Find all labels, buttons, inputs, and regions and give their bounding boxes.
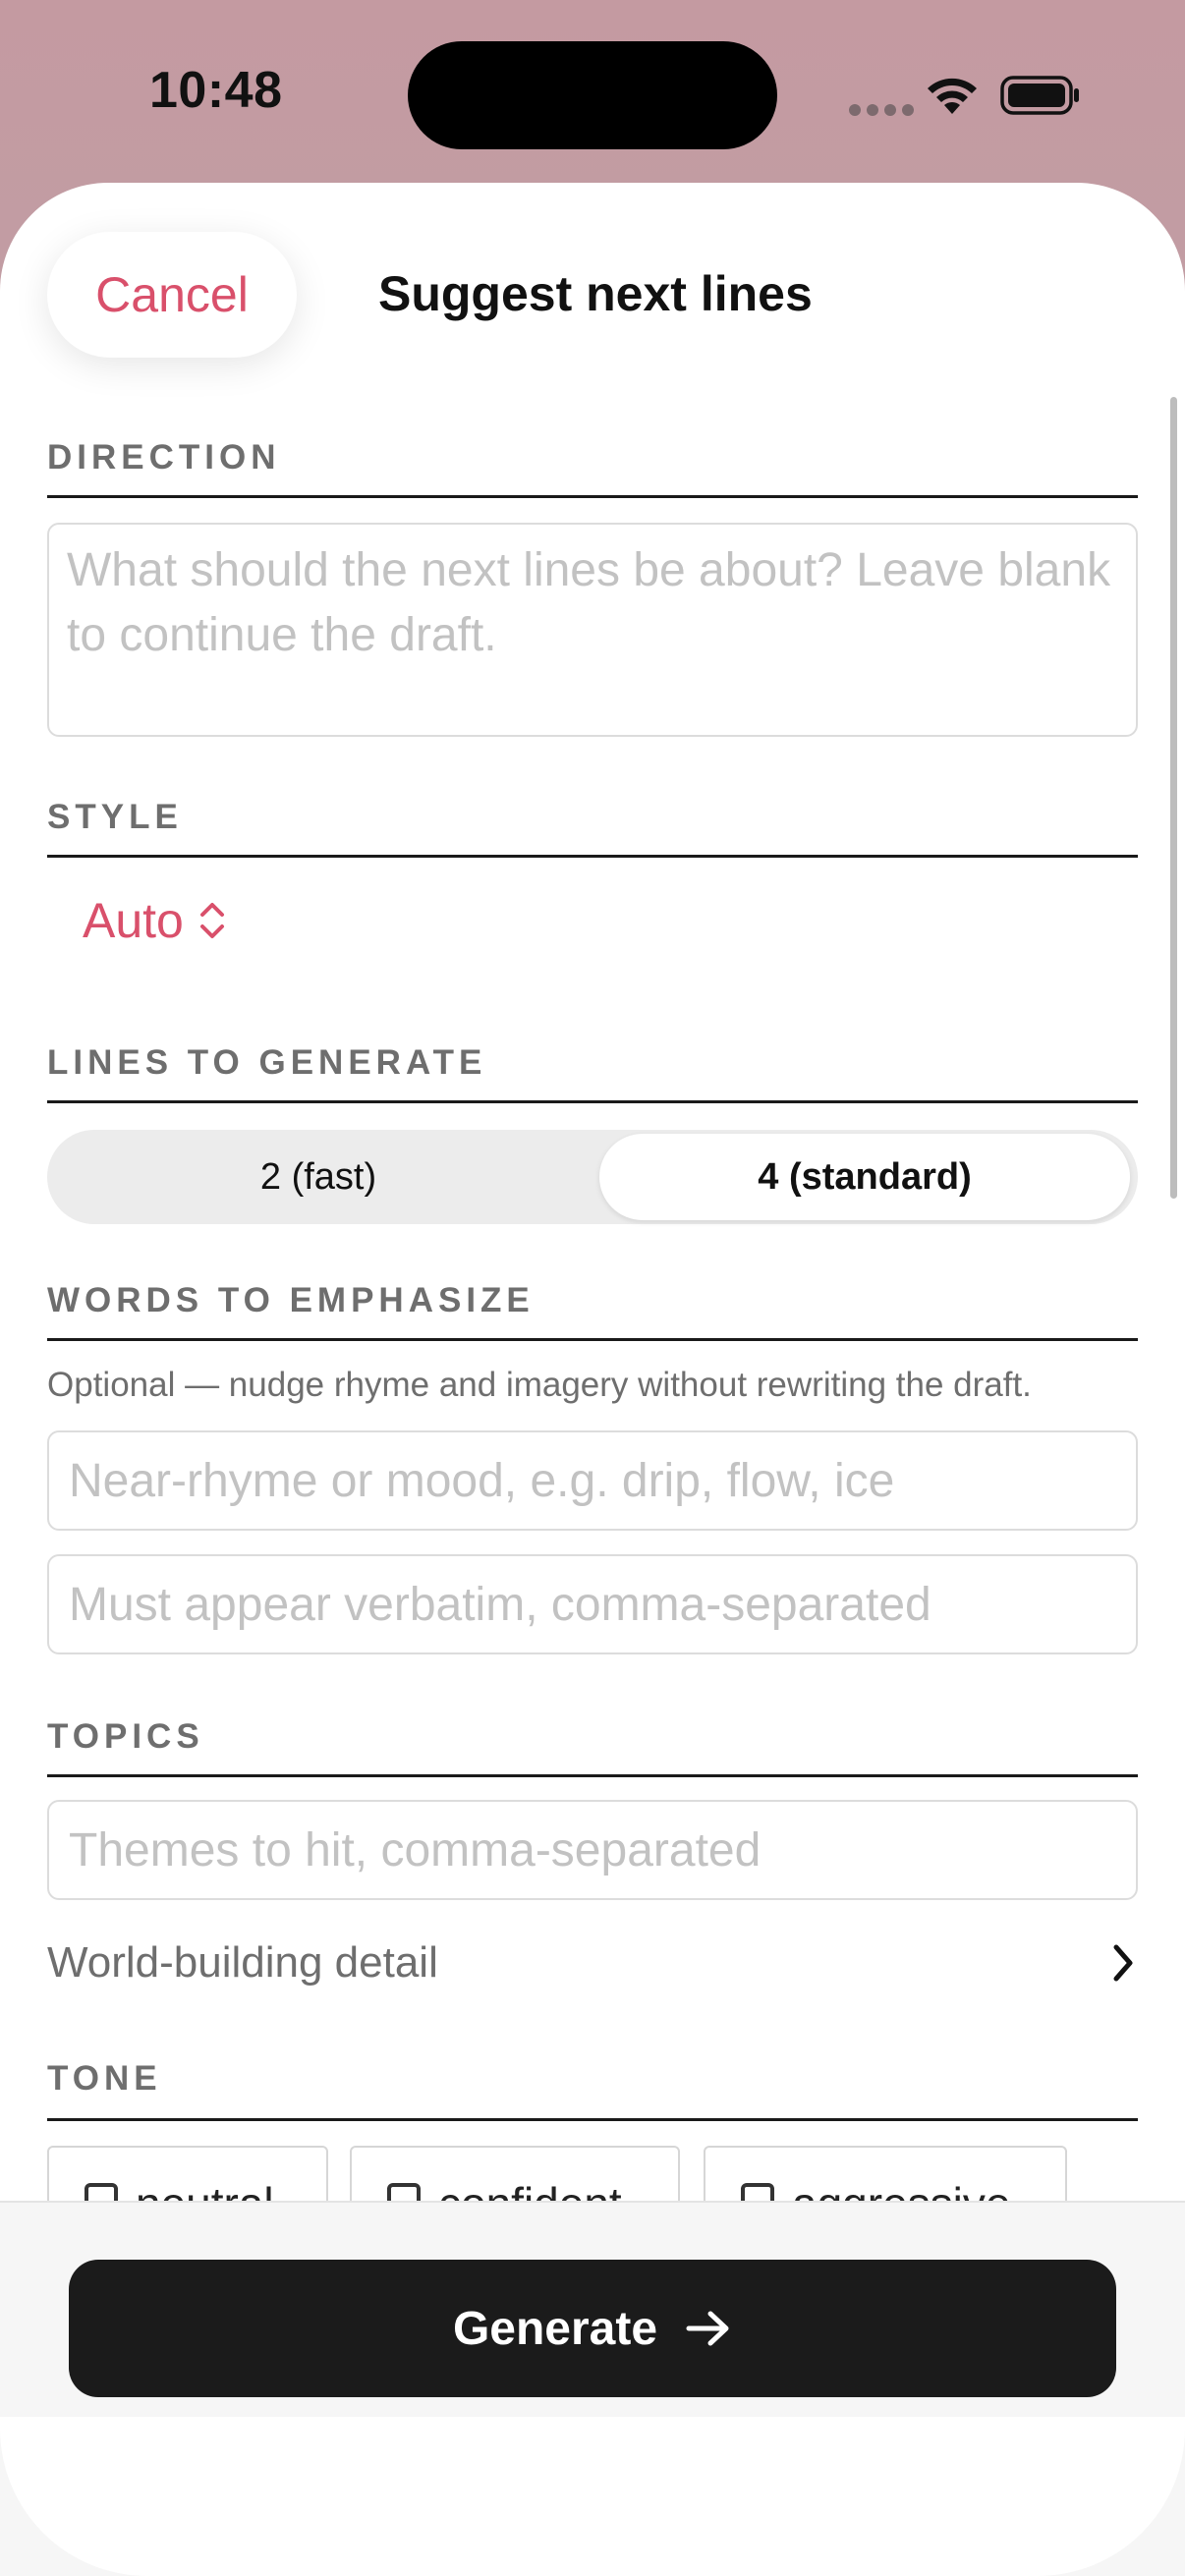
world-building-label: World-building detail xyxy=(47,1938,438,1987)
wifi-icon xyxy=(928,78,977,114)
chevron-up-down-icon xyxy=(199,903,224,938)
tone-divider xyxy=(47,2118,1138,2121)
sheet-bottom-edge xyxy=(0,2417,1185,2576)
lines-divider xyxy=(47,1100,1138,1103)
battery-icon xyxy=(1000,76,1079,115)
emphasize-divider xyxy=(47,1338,1138,1341)
lines-label: LINES TO GENERATE xyxy=(47,1043,487,1082)
segment-4-standard[interactable]: 4 (standard) xyxy=(599,1134,1130,1220)
cellular-signal-icon xyxy=(849,104,914,116)
status-bar: 10:48 xyxy=(0,0,1185,187)
world-building-row[interactable]: World-building detail xyxy=(47,1924,1138,2002)
topics-input[interactable]: Themes to hit, comma-separated xyxy=(47,1800,1138,1900)
topics-divider xyxy=(47,1774,1138,1777)
lines-segmented-control: 2 (fast) 4 (standard) xyxy=(47,1130,1138,1224)
generate-button[interactable]: Generate xyxy=(69,2260,1116,2397)
tone-label: TONE xyxy=(47,2059,162,2098)
status-time: 10:48 xyxy=(149,62,283,119)
style-picker[interactable]: Auto xyxy=(83,892,227,949)
arrow-right-icon xyxy=(686,2311,729,2346)
direction-label: DIRECTION xyxy=(47,438,281,476)
generate-label: Generate xyxy=(452,2302,658,2355)
emphasize-helper-text: Optional — nudge rhyme and imagery witho… xyxy=(47,1366,1032,1404)
style-divider xyxy=(47,855,1138,858)
sheet-title: Suggest next lines xyxy=(378,266,813,321)
chevron-right-icon xyxy=(1113,1944,1133,1982)
scrollbar[interactable] xyxy=(1170,397,1177,1199)
segment-2-fast[interactable]: 2 (fast) xyxy=(53,1134,584,1220)
verbatim-words-input[interactable]: Must appear verbatim, comma-separated xyxy=(47,1554,1138,1654)
direction-divider xyxy=(47,495,1138,498)
emphasize-label: WORDS TO EMPHASIZE xyxy=(47,1281,535,1319)
style-value: Auto xyxy=(83,893,184,948)
dynamic-island xyxy=(408,41,777,149)
near-rhyme-input[interactable]: Near-rhyme or mood, e.g. drip, flow, ice xyxy=(47,1430,1138,1531)
suggest-sheet: Cancel Suggest next lines DIRECTION What… xyxy=(0,183,1185,2576)
direction-input[interactable]: What should the next lines be about? Lea… xyxy=(47,523,1138,737)
cancel-button[interactable]: Cancel xyxy=(47,232,297,358)
topics-label: TOPICS xyxy=(47,1717,204,1756)
style-label: STYLE xyxy=(47,798,183,836)
